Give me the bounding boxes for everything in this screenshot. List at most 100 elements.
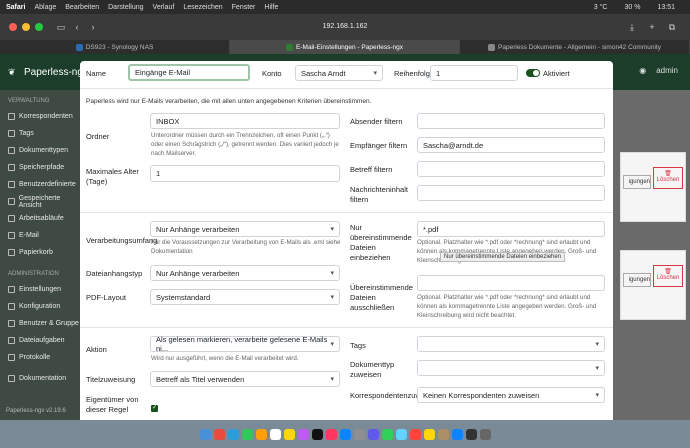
- finder-icon[interactable]: [199, 428, 211, 440]
- recipient-filter-input[interactable]: Sascha@arndt.de: [417, 137, 605, 153]
- workflow-icon: [8, 215, 15, 222]
- max-age-input[interactable]: 1: [150, 165, 340, 182]
- app-icon[interactable]: [423, 428, 435, 440]
- sidebar-item-korrespondenten[interactable]: Korrespondenten: [0, 108, 80, 125]
- body-filter-input[interactable]: [417, 185, 605, 201]
- permissions-button-bg-2[interactable]: igungen: [623, 273, 651, 287]
- sender-filter-input[interactable]: [417, 113, 605, 129]
- sidebar-item-dokumenttypen[interactable]: Dokumenttypen: [0, 142, 80, 159]
- menu-bearbeiten[interactable]: Bearbeiten: [65, 4, 99, 11]
- app-icon[interactable]: [409, 428, 421, 440]
- app-icon[interactable]: [437, 428, 449, 440]
- menu-fenster[interactable]: Fenster: [232, 4, 256, 11]
- name-input[interactable]: Eingänge E-Mail: [128, 64, 250, 81]
- minimize-window-button[interactable]: [22, 23, 30, 31]
- podcasts-icon[interactable]: [297, 428, 309, 440]
- scope-select[interactable]: Nur Anhänge verarbeiten: [150, 221, 340, 237]
- folder-help: Unterordner müssen durch ein Trennzeiche…: [151, 132, 339, 157]
- address-bar[interactable]: 192.168.1.162: [300, 20, 390, 34]
- delete-button-bg-1[interactable]: 🗑 Löschen: [653, 167, 683, 189]
- tv-icon[interactable]: [311, 428, 323, 440]
- sidebar-item-config[interactable]: Konfiguration: [0, 298, 80, 315]
- clock[interactable]: 13:51: [657, 4, 675, 11]
- sidebar-item-speicherpfade[interactable]: Speicherpfade: [0, 159, 80, 176]
- sidebar-item-logs[interactable]: Protokolle: [0, 349, 80, 366]
- order-label: Reihenfolge: [394, 69, 435, 78]
- calendar-icon[interactable]: [269, 428, 281, 440]
- menu-safari[interactable]: Safari: [6, 4, 25, 11]
- app-icon[interactable]: [395, 428, 407, 440]
- weather-status[interactable]: 3 °C: [594, 4, 608, 11]
- attachment-type-select[interactable]: Nur Anhänge verarbeiten: [150, 265, 340, 281]
- trash-icon: [8, 249, 15, 256]
- mail-icon[interactable]: [255, 428, 267, 440]
- download-icon[interactable]: ⤓: [624, 20, 640, 34]
- back-icon[interactable]: ‹: [69, 20, 85, 34]
- exclude-files-input[interactable]: [417, 275, 605, 291]
- exclude-files-label: Übereinstimmende Dateien ausschließen: [350, 283, 413, 312]
- sidebar-item-workflows[interactable]: Arbeitsabläufe: [0, 210, 80, 227]
- app-logo[interactable]: Paperless-ngx: [24, 67, 88, 78]
- menu-toggle-icon[interactable]: ❦: [8, 67, 16, 78]
- tab-email-settings[interactable]: E-Mail-Einstellungen - Paperless-ngx: [230, 40, 460, 54]
- doctype-select[interactable]: [417, 360, 605, 376]
- menu-ablage[interactable]: Ablage: [34, 4, 56, 11]
- browser-toolbar: ▭ ‹ › 192.168.1.162 ⤓ + ⧉: [0, 14, 690, 40]
- app-store-icon[interactable]: [339, 428, 351, 440]
- owner-checkbox[interactable]: ✓: [151, 405, 158, 412]
- delete-button-bg-2[interactable]: 🗑 Löschen: [653, 265, 683, 287]
- order-input[interactable]: 1: [430, 65, 518, 81]
- tags-select[interactable]: [417, 336, 605, 352]
- close-window-button[interactable]: [9, 23, 17, 31]
- tab-synology[interactable]: DS923 - Synology NAS: [0, 40, 230, 54]
- menu-hilfe[interactable]: Hilfe: [264, 4, 278, 11]
- subject-filter-input[interactable]: [417, 161, 605, 177]
- sidebar-item-docs[interactable]: Dokumentation: [0, 370, 80, 387]
- zoom-window-button[interactable]: [35, 23, 43, 31]
- title-assignment-select[interactable]: Betreff als Titel verwenden: [150, 371, 340, 387]
- mail-rule-dialog: Name Eingänge E-Mail Konto Sascha Arndt …: [80, 61, 613, 420]
- account-select[interactable]: Sascha Arndt: [295, 65, 383, 81]
- sidebar-toggle-icon[interactable]: ▭: [53, 20, 69, 34]
- tab-overview-icon[interactable]: ⧉: [664, 20, 680, 34]
- user-menu[interactable]: admin: [656, 66, 678, 75]
- menu-verlauf[interactable]: Verlauf: [153, 4, 175, 11]
- name-label: Name: [86, 69, 107, 78]
- launchpad-icon[interactable]: [213, 428, 225, 440]
- music-icon[interactable]: [325, 428, 337, 440]
- gear-icon: [8, 286, 15, 293]
- action-select[interactable]: Als gelesen markieren, verarbeite gelese…: [150, 335, 340, 353]
- active-toggle[interactable]: [526, 69, 540, 77]
- user-icon[interactable]: ◉: [639, 66, 646, 75]
- sidebar-item-tasks[interactable]: Dateiaufgaben: [0, 332, 80, 349]
- folder-input[interactable]: INBOX: [150, 113, 340, 129]
- new-tab-icon[interactable]: +: [644, 20, 660, 34]
- sidebar-item-trash[interactable]: Papierkorb: [0, 244, 80, 261]
- tab-community[interactable]: Paperless Dokumente - Allgemein - simon4…: [460, 40, 690, 54]
- pdf-layout-select[interactable]: Systemstandard: [150, 289, 340, 305]
- correspondent-select[interactable]: Keinen Korrespondenten zuweisen: [417, 387, 605, 403]
- permissions-button-bg-1[interactable]: igungen: [623, 175, 651, 189]
- terminal-icon[interactable]: [465, 428, 477, 440]
- app-icon[interactable]: [367, 428, 379, 440]
- messages-icon[interactable]: [241, 428, 253, 440]
- sidebar-item-custom-fields[interactable]: Benutzerdefinierte: [0, 176, 80, 193]
- settings-icon[interactable]: [353, 428, 365, 440]
- sidebar-item-saved-views[interactable]: Gespeicherte Ansicht: [0, 193, 80, 210]
- sidebar-item-tags[interactable]: Tags: [0, 125, 80, 142]
- sidebar-item-settings[interactable]: Einstellungen: [0, 281, 80, 298]
- ui-radios-icon: [8, 181, 15, 188]
- app-icon[interactable]: [381, 428, 393, 440]
- app-icon[interactable]: [451, 428, 463, 440]
- divider: [80, 327, 613, 328]
- forward-icon[interactable]: ›: [85, 20, 101, 34]
- trash-dock-icon[interactable]: [479, 428, 491, 440]
- safari-icon[interactable]: [227, 428, 239, 440]
- battery-status[interactable]: 30 %: [625, 4, 641, 11]
- menu-darstellung[interactable]: Darstellung: [108, 4, 143, 11]
- menu-lesezeichen[interactable]: Lesezeichen: [183, 4, 222, 11]
- sidebar-item-users[interactable]: Benutzer & Gruppe: [0, 315, 80, 332]
- notes-icon[interactable]: [283, 428, 295, 440]
- include-files-input[interactable]: *.pdf: [417, 221, 605, 237]
- sidebar-item-email[interactable]: E-Mail: [0, 227, 80, 244]
